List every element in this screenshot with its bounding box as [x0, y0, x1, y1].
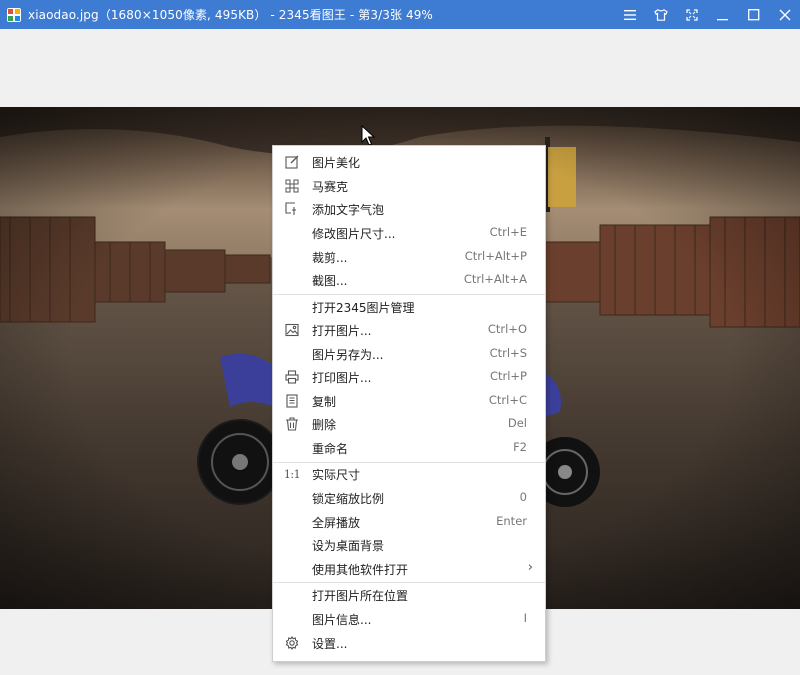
- menu-item-label: 全屏播放: [312, 516, 361, 530]
- menu-item-shortcut: Ctrl+Alt+P: [464, 249, 527, 263]
- menu-item-shortcut: Ctrl+S: [489, 346, 527, 360]
- menu-item-mosaic[interactable]: 马赛克: [273, 175, 545, 197]
- menu-item-beautify[interactable]: 图片美化: [273, 151, 545, 173]
- menu-item-label: 设为桌面背景: [312, 539, 385, 553]
- menu-item-set-wallpaper[interactable]: 设为桌面背景: [273, 534, 545, 556]
- minimize-icon[interactable]: [707, 0, 738, 29]
- menu-item-label: 复制: [312, 395, 337, 409]
- text-bubble-icon: [284, 201, 300, 217]
- menu-item-rename[interactable]: 重命名 F2: [273, 437, 545, 459]
- menu-item-screenshot[interactable]: 截图... Ctrl+Alt+A: [273, 269, 545, 291]
- menu-item-label: 重命名: [312, 442, 349, 456]
- menu-item-save-as[interactable]: 图片另存为... Ctrl+S: [273, 343, 545, 365]
- maximize-icon[interactable]: [738, 0, 769, 29]
- menu-item-label: 使用其他软件打开: [312, 563, 409, 577]
- menu-item-copy[interactable]: 复制 Ctrl+C: [273, 390, 545, 412]
- menu-item-label: 图片另存为...: [312, 348, 384, 362]
- skin-icon[interactable]: [645, 0, 676, 29]
- menu-item-label: 打印图片...: [312, 371, 372, 385]
- close-icon[interactable]: [769, 0, 800, 29]
- menu-item-open-manager[interactable]: 打开2345图片管理: [273, 296, 545, 318]
- image-icon: [284, 322, 300, 338]
- menu-item-label: 图片信息...: [312, 613, 372, 627]
- menu-item-shortcut: 0: [519, 490, 527, 504]
- window-title: xiaodao.jpg（1680×1050像素, 495KB） - 2345看图…: [28, 8, 433, 22]
- menu-item-image-info[interactable]: 图片信息... I: [273, 608, 545, 630]
- menu-item-shortcut: I: [523, 611, 527, 625]
- menu-item-label: 截图...: [312, 274, 348, 288]
- context-menu: 图片美化 马赛克 添加文字气泡 修改图片尺寸... Ctrl+E 裁剪... C…: [272, 145, 546, 662]
- menu-item-print[interactable]: 打印图片... Ctrl+P: [273, 366, 545, 388]
- menu-item-open-image[interactable]: 打开图片... Ctrl+O: [273, 319, 545, 341]
- menu-item-shortcut: Ctrl+C: [488, 393, 527, 407]
- menu-item-label: 实际尺寸: [312, 468, 361, 482]
- menu-item-label: 锁定缩放比例: [312, 492, 385, 506]
- menu-item-label: 裁剪...: [312, 251, 348, 265]
- menu-separator: [273, 294, 545, 295]
- menu-item-label: 马赛克: [312, 180, 349, 194]
- actual-size-icon: 1:1: [283, 467, 301, 481]
- menu-item-shortcut: Ctrl+E: [489, 225, 527, 239]
- menu-item-label: 打开图片...: [312, 324, 372, 338]
- menu-item-label: 图片美化: [312, 156, 361, 170]
- fullscreen-icon[interactable]: [676, 0, 707, 29]
- menu-item-open-location[interactable]: 打开图片所在位置: [273, 584, 545, 606]
- trash-icon: [284, 416, 300, 432]
- menu-separator: [273, 582, 545, 583]
- menu-item-label: 添加文字气泡: [312, 203, 385, 217]
- menu-item-delete[interactable]: 删除 Del: [273, 413, 545, 435]
- title-bar: xiaodao.jpg（1680×1050像素, 495KB） - 2345看图…: [0, 0, 800, 29]
- menu-item-label: 修改图片尺寸...: [312, 227, 396, 241]
- window-controls: [614, 0, 800, 29]
- menu-item-label: 设置...: [312, 637, 348, 651]
- menu-item-label: 删除: [312, 418, 337, 432]
- menu-icon[interactable]: [614, 0, 645, 29]
- menu-item-shortcut: Ctrl+Alt+A: [463, 272, 527, 286]
- menu-item-shortcut: Del: [507, 416, 527, 430]
- menu-item-text-bubble[interactable]: 添加文字气泡: [273, 198, 545, 220]
- app-logo-icon: [7, 7, 21, 22]
- mouse-cursor-icon: [361, 125, 375, 146]
- printer-icon: [284, 369, 300, 385]
- menu-item-shortcut: Enter: [496, 514, 527, 528]
- menu-item-shortcut: Ctrl+P: [489, 369, 527, 383]
- edit-icon: [284, 154, 300, 170]
- menu-item-label: 打开图片所在位置: [312, 589, 409, 603]
- menu-item-lock-zoom[interactable]: 锁定缩放比例 0: [273, 487, 545, 509]
- menu-item-label: 打开2345图片管理: [312, 301, 415, 315]
- menu-item-resize[interactable]: 修改图片尺寸... Ctrl+E: [273, 222, 545, 244]
- menu-item-fullscreen-play[interactable]: 全屏播放 Enter: [273, 511, 545, 533]
- menu-item-crop[interactable]: 裁剪... Ctrl+Alt+P: [273, 246, 545, 268]
- menu-item-actual-size[interactable]: 1:1 实际尺寸: [273, 463, 545, 485]
- menu-item-shortcut: Ctrl+O: [487, 322, 527, 336]
- copy-icon: [284, 393, 300, 409]
- menu-item-open-with[interactable]: 使用其他软件打开 ›: [273, 558, 545, 580]
- gear-icon: [284, 635, 300, 651]
- chevron-right-icon: ›: [527, 560, 533, 575]
- mosaic-icon: [284, 178, 300, 194]
- menu-item-shortcut: F2: [513, 440, 527, 454]
- menu-item-settings[interactable]: 设置...: [273, 632, 545, 654]
